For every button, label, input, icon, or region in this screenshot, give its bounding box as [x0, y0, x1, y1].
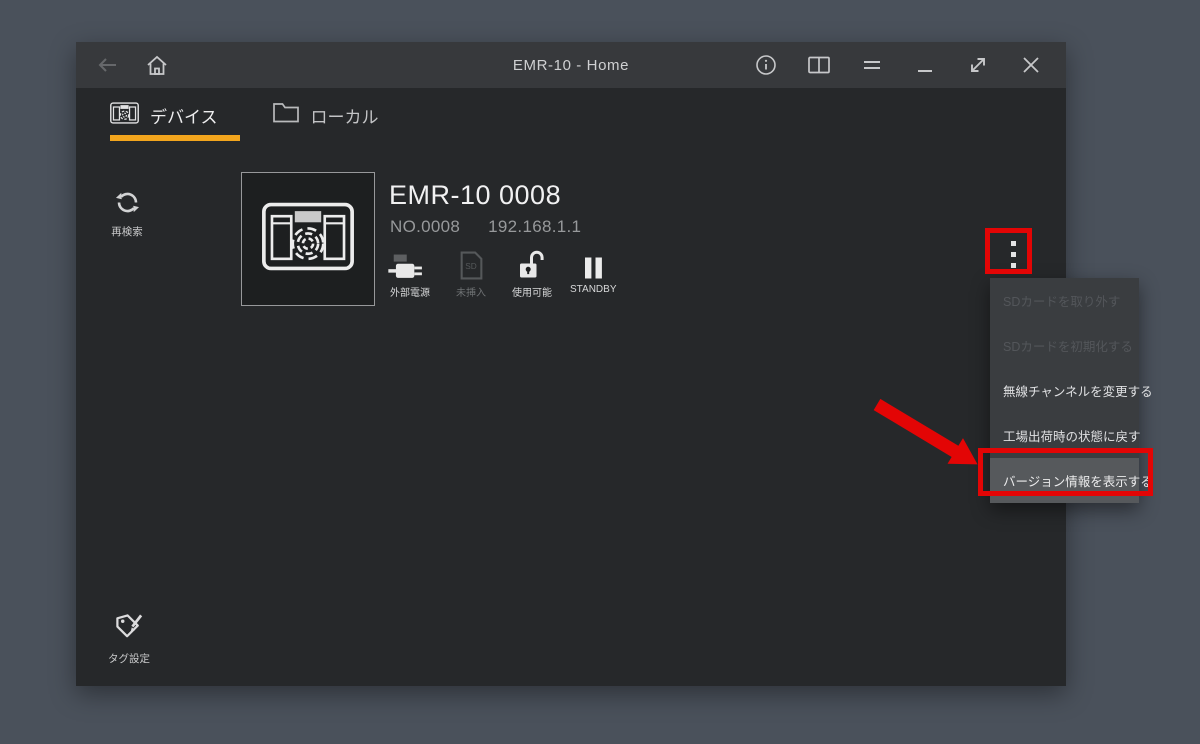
status-label: 外部電源 [390, 284, 430, 299]
tab-device[interactable]: デバイス [110, 100, 218, 130]
power-plug-icon [388, 248, 432, 280]
tab-bar: デバイス ローカル [110, 100, 379, 130]
resize-button[interactable] [967, 54, 989, 76]
tag-pencil-icon [114, 630, 145, 647]
status-label: 使用可能 [512, 284, 552, 299]
menu-button[interactable] [861, 54, 883, 76]
back-arrow-icon [96, 55, 118, 75]
tag-settings-button[interactable]: タグ設定 [101, 612, 157, 666]
resize-icon [967, 54, 989, 76]
unlock-icon [518, 248, 546, 280]
svg-text:SD: SD [465, 262, 477, 271]
device-subinfo: NO.0008 192.168.1.1 [390, 217, 581, 237]
status-sd-card: SD 未挿入 [448, 248, 494, 299]
tab-device-label: デバイス [150, 103, 218, 128]
device-status-row: 外部電源 SD 未挿入 使用可能 STANDBY [387, 248, 617, 299]
active-tab-underline [110, 135, 240, 141]
device-illustration-icon [261, 202, 355, 276]
home-icon [146, 55, 168, 76]
status-standby: STANDBY [570, 248, 617, 299]
annotation-box-kebab [985, 228, 1032, 274]
device-number: NO.0008 [390, 217, 460, 237]
refresh-button[interactable]: 再検索 [101, 190, 153, 239]
status-label: 未挿入 [456, 284, 486, 299]
status-external-power: 外部電源 [387, 248, 433, 299]
refresh-label: 再検索 [101, 224, 153, 239]
device-name: EMR-10 0008 [389, 180, 561, 211]
info-button[interactable] [755, 54, 777, 76]
minimize-button[interactable] [914, 54, 936, 76]
menu-item-format-sd: SDカードを初期化する [990, 323, 1139, 368]
minimize-icon [915, 55, 935, 75]
device-ip: 192.168.1.1 [488, 217, 581, 237]
tab-local-label: ローカル [311, 103, 379, 128]
back-button[interactable] [96, 54, 118, 76]
titlebar: EMR-10 - Home [76, 42, 1066, 88]
info-icon [755, 54, 777, 76]
pause-icon [583, 248, 604, 280]
app-window: EMR-10 - Home [76, 42, 1066, 686]
hamburger-icon [862, 55, 882, 75]
device-thumbnail[interactable] [241, 172, 375, 306]
sd-card-icon: SD [459, 248, 484, 280]
tag-settings-label: タグ設定 [101, 651, 157, 666]
status-label: STANDBY [570, 284, 617, 295]
close-icon [1020, 54, 1042, 76]
home-button[interactable] [146, 54, 168, 76]
close-button[interactable] [1020, 54, 1042, 76]
annotation-box-version-item [978, 448, 1153, 496]
device-icon [110, 102, 139, 129]
book-icon [807, 55, 831, 75]
status-usable: 使用可能 [509, 248, 555, 299]
menu-item-change-wireless-channel[interactable]: 無線チャンネルを変更する [990, 368, 1139, 413]
tab-local[interactable]: ローカル [272, 100, 379, 130]
manual-button[interactable] [808, 54, 830, 76]
folder-icon [272, 102, 300, 128]
refresh-icon [115, 202, 140, 219]
menu-item-remove-sd: SDカードを取り外す [990, 278, 1139, 323]
